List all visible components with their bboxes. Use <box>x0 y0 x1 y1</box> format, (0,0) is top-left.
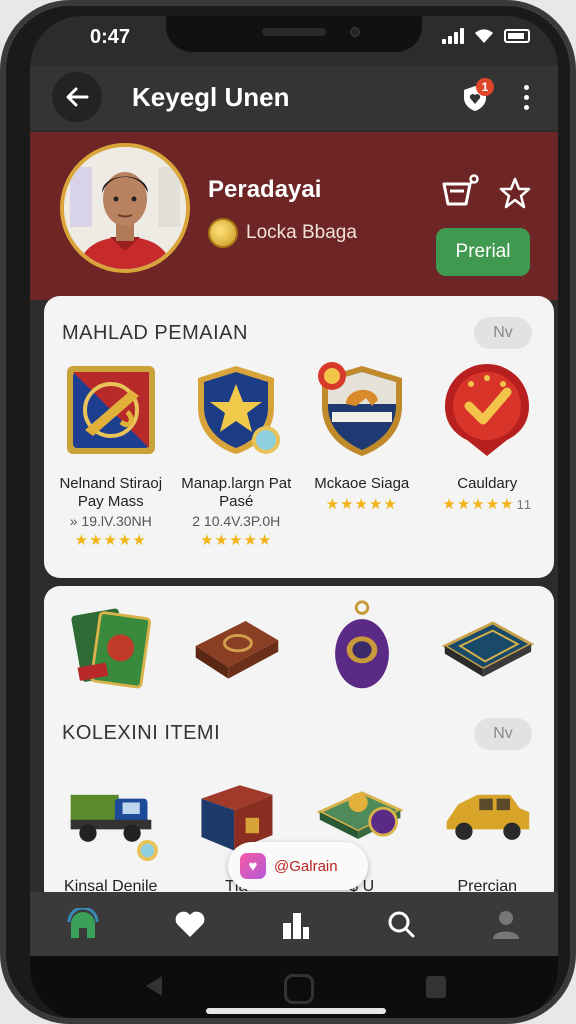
system-recents-icon[interactable] <box>426 976 446 998</box>
status-time: 0:47 <box>90 26 131 48</box>
item-price: 2 10.4V.3P.0H <box>192 513 281 529</box>
more-menu-button[interactable] <box>516 82 536 112</box>
toast-label: @Galrain <box>274 857 338 875</box>
coin-icon <box>208 218 238 248</box>
rank-icon <box>282 913 309 939</box>
rating-stars: ★★★★★ <box>325 496 398 513</box>
leather-book-icon[interactable] <box>188 598 284 694</box>
list-item[interactable]: Mckaoe Siaga ★★★★★ <box>299 360 424 549</box>
item-name: Cauldary <box>457 475 518 492</box>
achievement-list: Nelnand Stiraoj Pay Mass » 19.lV.30NH ★★… <box>48 360 550 549</box>
system-home-icon[interactable] <box>284 974 314 1004</box>
coin-row: Locka Bbaga <box>208 218 357 248</box>
cart-button[interactable] <box>440 174 480 210</box>
heart-icon <box>175 911 205 937</box>
phone-frame: 0:47 Keyegl Unen 1 Peradayai Locka Bbaga… <box>0 0 576 1024</box>
system-back-icon[interactable] <box>146 976 162 996</box>
item-name: Nelnand Stiraoj Pay Mass <box>59 475 163 510</box>
search-icon <box>388 911 415 938</box>
rating-stars: ★★★★★ <box>74 532 147 549</box>
crest-shield-icon <box>317 362 402 456</box>
system-nav-bar <box>30 956 558 1018</box>
heart-app-icon: ♥ <box>240 853 266 879</box>
home-indicator[interactable] <box>206 1008 386 1014</box>
section-title: MAHLAD PEMAIAN <box>62 322 248 344</box>
home-icon <box>67 908 99 938</box>
truck-icon[interactable] <box>63 766 159 862</box>
status-icons <box>442 28 530 44</box>
nav-home[interactable] <box>67 908 99 940</box>
board-game-icon[interactable] <box>439 598 535 694</box>
favorite-button[interactable] <box>498 176 532 210</box>
back-button[interactable] <box>52 72 102 122</box>
app-bar: Keyegl Unen 1 <box>30 66 558 130</box>
notch <box>166 16 422 52</box>
nav-favorites[interactable] <box>174 909 206 939</box>
rating-stars: ★★★★★ <box>200 532 273 549</box>
section-title: KOLEXINI ITEMI <box>62 722 221 744</box>
nav-search[interactable] <box>386 909 416 939</box>
item-price: » 19.lV.30NH <box>69 513 152 529</box>
item-name: Manap.largn Pat Pasé <box>181 475 292 510</box>
purple-egg-icon[interactable] <box>314 598 410 694</box>
signal-icon <box>442 28 464 44</box>
gold-car-icon[interactable] <box>439 766 535 862</box>
profile-icon <box>492 911 519 939</box>
notification-badge: 1 <box>476 78 494 96</box>
page-title: Keyegl Unen <box>132 82 290 112</box>
arrow-left-icon <box>66 87 89 107</box>
check-badge-icon <box>445 364 530 456</box>
profile-name: Peradayai <box>208 176 322 203</box>
wifi-icon <box>474 28 494 44</box>
avatar[interactable] <box>60 143 190 273</box>
saxophone-badge-icon <box>66 366 155 454</box>
coin-label: Locka Bbaga <box>246 222 357 243</box>
screen: 0:47 Keyegl Unen 1 Peradayai Locka Bbaga… <box>30 16 558 1018</box>
profile-header: Peradayai Locka Bbaga Prerial <box>30 132 558 300</box>
list-item[interactable]: Cauldary ★★★★★ 11 <box>425 360 550 549</box>
collection-top-row <box>48 598 550 694</box>
premium-button[interactable]: Prerial <box>436 228 530 276</box>
section-toggle-button[interactable]: Nv <box>474 718 532 750</box>
item-name: Mckaoe Siaga <box>314 475 410 492</box>
section-toggle-button[interactable]: Nv <box>474 317 532 349</box>
rating-stars: ★★★★★ 11 <box>442 496 533 513</box>
bottom-nav <box>30 892 558 956</box>
rating-count: 11 <box>516 497 533 512</box>
nav-profile[interactable] <box>491 909 521 939</box>
cart-icon <box>442 174 479 206</box>
nav-ranking[interactable] <box>281 909 311 939</box>
list-item[interactable]: Manap.largn Pat Pasé 2 10.4V.3P.0H ★★★★★ <box>174 360 299 549</box>
card-pack-icon[interactable] <box>63 598 159 694</box>
achievements-card: MAHLAD PEMAIAN Nv Nelnand Stiraoj Pay Ma… <box>44 296 554 578</box>
user-portrait-icon <box>64 147 186 269</box>
toast-chip[interactable]: ♥ @Galrain <box>228 842 368 890</box>
battery-icon <box>504 29 530 43</box>
star-outline-icon <box>499 177 531 209</box>
star-shield-icon <box>198 366 281 454</box>
list-item[interactable]: Nelnand Stiraoj Pay Mass » 19.lV.30NH ★★… <box>48 360 173 549</box>
